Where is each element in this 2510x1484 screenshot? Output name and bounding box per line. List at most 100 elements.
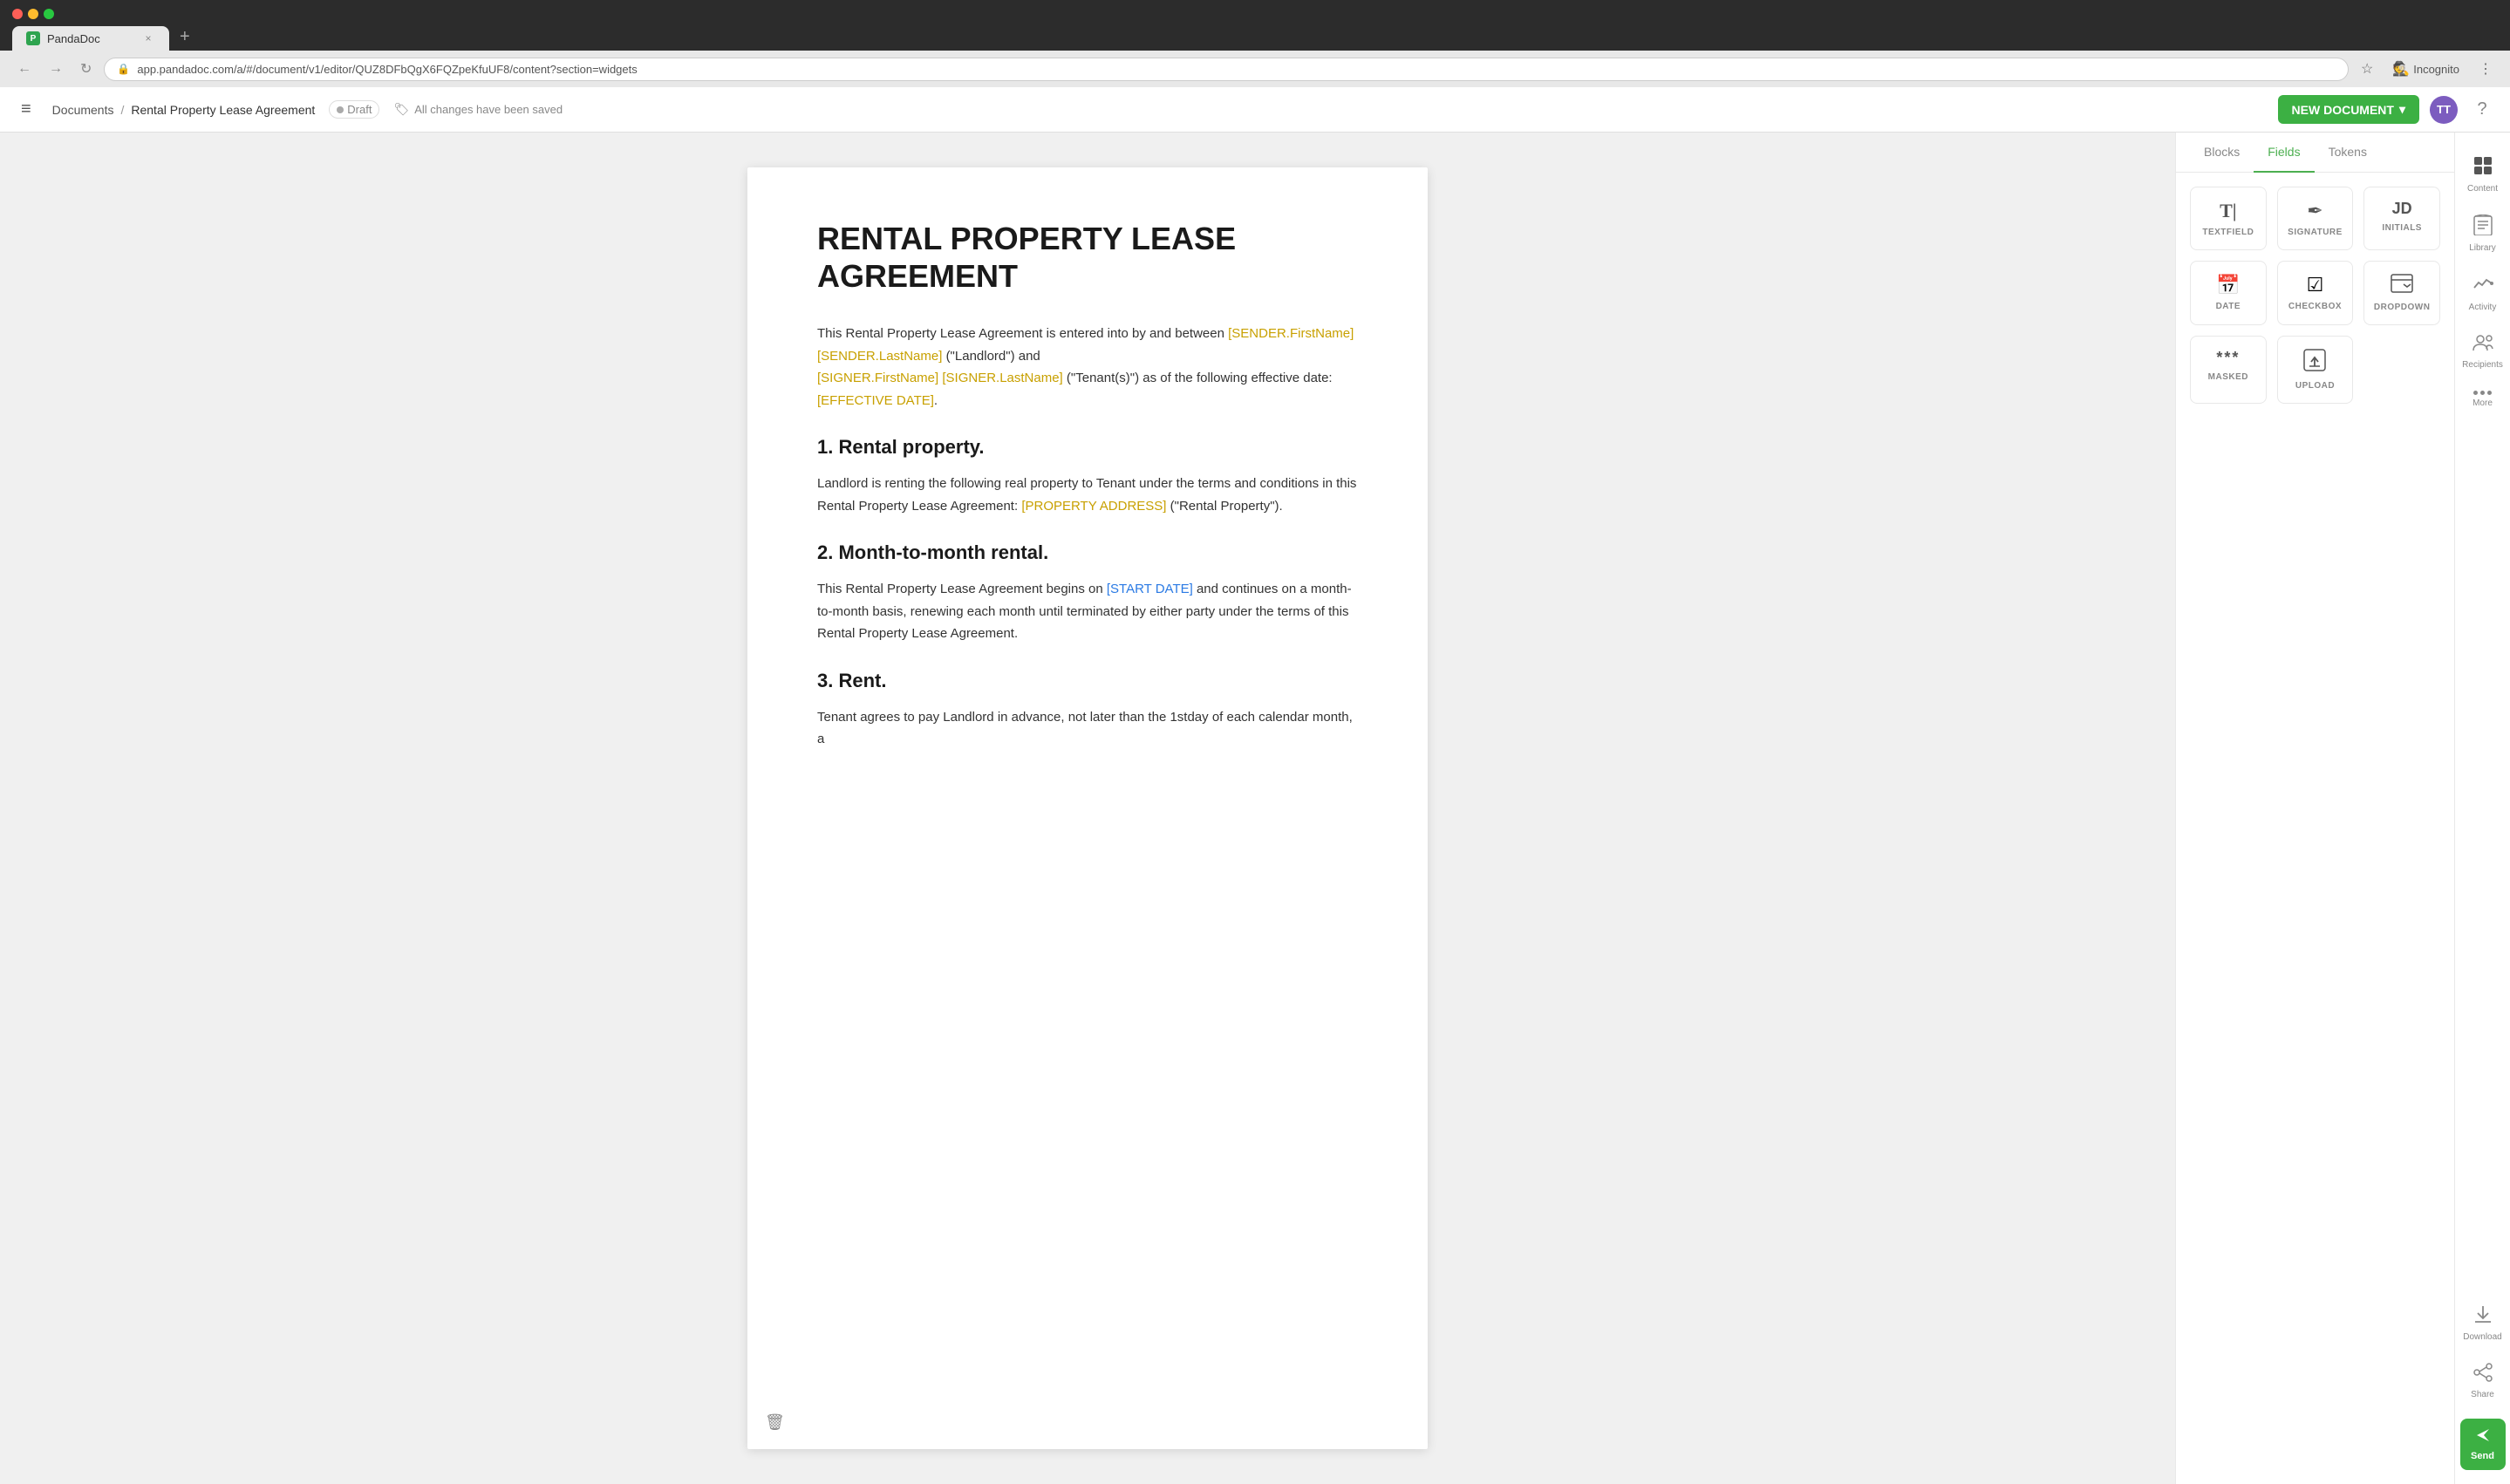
masked-icon: ***	[2216, 349, 2240, 367]
library-icon	[2473, 214, 2493, 240]
saved-text: All changes have been saved	[414, 103, 563, 116]
refresh-button[interactable]: ↻	[75, 57, 97, 81]
tab-favicon: P	[26, 31, 40, 45]
send-icon	[2475, 1427, 2491, 1447]
content-icon	[2472, 155, 2493, 180]
right-sidebar: Blocks Fields Tokens T| TEXTFIELD ✒ SIGN…	[2175, 133, 2454, 1484]
forward-button[interactable]: →	[44, 58, 68, 80]
field-date[interactable]: 📅 DATE	[2190, 261, 2267, 325]
library-label: Library	[2469, 243, 2496, 253]
saved-status: 🏷 All changes have been saved	[393, 102, 563, 117]
field-initials[interactable]: JD INITIALS	[2363, 187, 2440, 250]
field-masked[interactable]: *** MASKED	[2190, 336, 2267, 404]
date-label: DATE	[2216, 302, 2241, 311]
field-textfield[interactable]: T| TEXTFIELD	[2190, 187, 2267, 250]
bookmark-btn[interactable]: ☆	[2356, 57, 2378, 81]
document-page: RENTAL PROPERTY LEASE AGREEMENT This Ren…	[747, 167, 1428, 1449]
property-address-token[interactable]: [PROPERTY ADDRESS]	[1021, 499, 1166, 514]
field-upload[interactable]: UPLOAD	[2277, 336, 2354, 404]
tab-fields[interactable]: Fields	[2254, 133, 2314, 173]
icon-rail: Content Library	[2454, 133, 2510, 1484]
new-tab-btn[interactable]: +	[171, 23, 199, 51]
recipients-icon	[2472, 333, 2494, 357]
send-button[interactable]: Send	[2460, 1419, 2506, 1470]
document-area: RENTAL PROPERTY LEASE AGREEMENT This Ren…	[0, 133, 2175, 1484]
share-icon	[2473, 1363, 2493, 1386]
url-text: app.pandadoc.com/a/#/document/v1/editor/…	[137, 63, 2336, 76]
section1-heading: 1. Rental property.	[817, 436, 1358, 459]
field-signature[interactable]: ✒ SIGNATURE	[2277, 187, 2354, 250]
recipients-label: Recipients	[2462, 360, 2503, 370]
rail-library[interactable]: Library	[2459, 206, 2507, 262]
rail-recipients[interactable]: Recipients	[2459, 324, 2507, 378]
incognito-badge: 🕵 Incognito	[2385, 57, 2466, 81]
draft-dot	[337, 106, 344, 113]
tab-tokens[interactable]: Tokens	[2315, 133, 2381, 173]
upload-icon	[2303, 349, 2326, 376]
rail-content[interactable]: Content	[2459, 146, 2507, 202]
rail-download[interactable]: Download	[2459, 1295, 2507, 1351]
new-document-button[interactable]: NEW DOCUMENT ▾	[2278, 95, 2419, 124]
rail-more[interactable]: More	[2459, 382, 2507, 417]
signer-name-token[interactable]: [SIGNER.FirstName] [SIGNER.LastName]	[817, 371, 1063, 385]
help-button[interactable]: ?	[2468, 96, 2496, 124]
breadcrumb: Documents / Rental Property Lease Agreem…	[52, 103, 316, 117]
date-icon: 📅	[2216, 274, 2240, 296]
textfield-label: TEXTFIELD	[2202, 228, 2254, 237]
field-dropdown[interactable]: DROPDOWN	[2363, 261, 2440, 325]
section3-heading: 3. Rent.	[817, 670, 1358, 692]
close-dot[interactable]	[12, 9, 23, 19]
signature-label: SIGNATURE	[2288, 228, 2343, 237]
initials-label: INITIALS	[2382, 223, 2422, 233]
lock-icon: 🔒	[117, 63, 130, 75]
initials-icon: JD	[2392, 200, 2412, 218]
activity-icon	[2472, 274, 2493, 299]
avatar[interactable]: TT	[2430, 96, 2458, 124]
more-label: More	[2472, 398, 2493, 408]
section2-paragraph: This Rental Property Lease Agreement beg…	[817, 578, 1358, 645]
upload-label: UPLOAD	[2295, 381, 2335, 391]
activity-label: Activity	[2469, 303, 2497, 312]
download-icon	[2473, 1304, 2493, 1329]
tab-close-btn[interactable]: ×	[141, 31, 155, 45]
draft-label: Draft	[347, 103, 372, 116]
download-label: Download	[2463, 1332, 2501, 1342]
effective-date-token[interactable]: [EFFECTIVE DATE]	[817, 393, 934, 408]
fields-grid: T| TEXTFIELD ✒ SIGNATURE JD INITIALS	[2176, 173, 2454, 418]
field-checkbox[interactable]: ☑ CHECKBOX	[2277, 261, 2354, 325]
signature-icon: ✒	[2307, 200, 2322, 222]
maximize-dot[interactable]	[44, 9, 54, 19]
dropdown-label: DROPDOWN	[2374, 303, 2431, 312]
delete-icon[interactable]: 🗑	[765, 1413, 785, 1432]
address-bar[interactable]: 🔒 app.pandadoc.com/a/#/document/v1/edito…	[104, 58, 2349, 81]
textfield-icon: T|	[2220, 200, 2237, 222]
back-button[interactable]: ←	[12, 58, 37, 80]
sidebar-toggle-btn[interactable]: ≡	[14, 92, 38, 126]
tab-title: PandaDoc	[47, 32, 100, 45]
active-tab[interactable]: P PandaDoc ×	[12, 26, 169, 51]
breadcrumb-current: Rental Property Lease Agreement	[131, 103, 315, 117]
breadcrumb-documents-link[interactable]: Documents	[52, 103, 114, 117]
tab-blocks[interactable]: Blocks	[2190, 133, 2254, 173]
document-title: RENTAL PROPERTY LEASE AGREEMENT	[817, 220, 1358, 295]
share-label: Share	[2471, 1390, 2494, 1399]
menu-btn[interactable]: ⋮	[2473, 57, 2498, 81]
rail-share[interactable]: Share	[2459, 1354, 2507, 1408]
checkbox-icon: ☑	[2307, 274, 2324, 296]
dropdown-icon	[2391, 274, 2413, 297]
start-date-token[interactable]: [START DATE]	[1107, 582, 1193, 596]
section1-paragraph: Landlord is renting the following real p…	[817, 473, 1358, 517]
masked-label: MASKED	[2208, 372, 2248, 382]
checkbox-label: CHECKBOX	[2288, 302, 2342, 311]
app-header: ≡ Documents / Rental Property Lease Agre…	[0, 87, 2510, 133]
minimize-dot[interactable]	[28, 9, 38, 19]
save-icon: 🏷	[393, 102, 409, 117]
draft-badge: Draft	[329, 100, 379, 119]
breadcrumb-separator: /	[120, 103, 124, 117]
content-label: Content	[2467, 184, 2498, 194]
sidebar-tabs: Blocks Fields Tokens	[2176, 133, 2454, 173]
rail-activity[interactable]: Activity	[2459, 265, 2507, 321]
section2-heading: 2. Month-to-month rental.	[817, 541, 1358, 564]
intro-paragraph: This Rental Property Lease Agreement is …	[817, 323, 1358, 412]
more-icon	[2473, 391, 2492, 395]
